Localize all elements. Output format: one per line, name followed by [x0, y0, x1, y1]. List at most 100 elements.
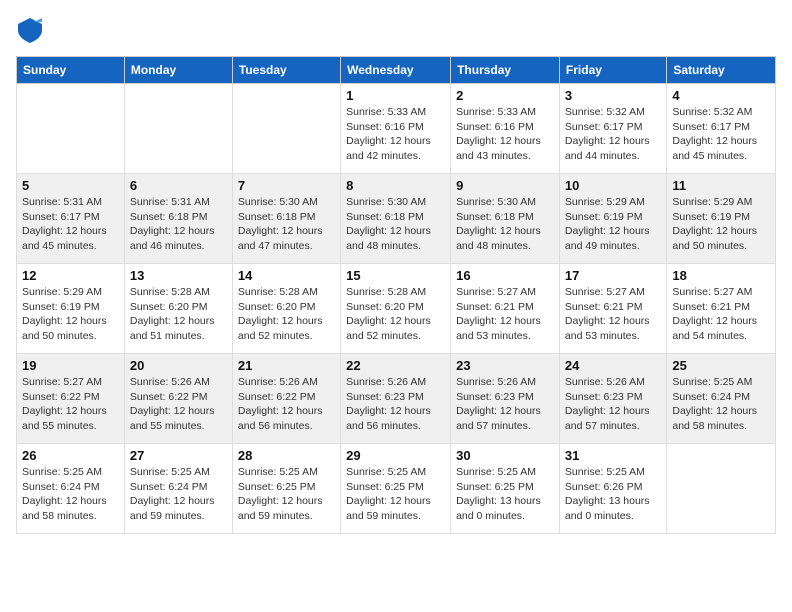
day-info: Sunrise: 5:25 AM Sunset: 6:25 PM Dayligh…	[456, 465, 554, 524]
calendar-cell	[232, 84, 340, 174]
page-header	[16, 16, 776, 44]
day-number: 17	[565, 268, 661, 283]
day-number: 6	[130, 178, 227, 193]
calendar-cell: 8 Sunrise: 5:30 AM Sunset: 6:18 PM Daylig…	[341, 174, 451, 264]
day-info: Sunrise: 5:27 AM Sunset: 6:22 PM Dayligh…	[22, 375, 119, 434]
day-number: 7	[238, 178, 335, 193]
day-info: Sunrise: 5:26 AM Sunset: 6:23 PM Dayligh…	[346, 375, 445, 434]
weekday-header-sunday: Sunday	[17, 57, 125, 84]
day-number: 22	[346, 358, 445, 373]
day-number: 29	[346, 448, 445, 463]
calendar-week-row: 12Sunrise: 5:29 AM Sunset: 6:19 PM Dayli…	[17, 264, 776, 354]
calendar-cell: 1 Sunrise: 5:33 AM Sunset: 6:16 PM Daylig…	[341, 84, 451, 174]
day-number: 1	[346, 88, 445, 103]
calendar-cell: 28 Sunrise: 5:25 AM Sunset: 6:25 PM Dayli…	[232, 444, 340, 534]
calendar-week-row: 1 Sunrise: 5:33 AM Sunset: 6:16 PM Daylig…	[17, 84, 776, 174]
day-info: Sunrise: 5:25 AM Sunset: 6:24 PM Dayligh…	[22, 465, 119, 524]
day-number: 4	[672, 88, 770, 103]
calendar-cell: 14 Sunrise: 5:28 AM Sunset: 6:20 PM Dayli…	[232, 264, 340, 354]
calendar-cell: 26 Sunrise: 5:25 AM Sunset: 6:24 PM Dayli…	[17, 444, 125, 534]
calendar-cell: 31 Sunrise: 5:25 AM Sunset: 6:26 PM Dayli…	[559, 444, 666, 534]
calendar-cell: 25 Sunrise: 5:25 AM Sunset: 6:24 PM Dayli…	[667, 354, 776, 444]
calendar-week-row: 19 Sunrise: 5:27 AM Sunset: 6:22 PM Dayli…	[17, 354, 776, 444]
day-number: 16	[456, 268, 554, 283]
day-info: Sunrise: 5:30 AM Sunset: 6:18 PM Dayligh…	[238, 195, 335, 254]
day-number: 13	[130, 268, 227, 283]
calendar-cell: 5 Sunrise: 5:31 AM Sunset: 6:17 PM Daylig…	[17, 174, 125, 264]
calendar-cell: 6 Sunrise: 5:31 AM Sunset: 6:18 PM Daylig…	[124, 174, 232, 264]
day-info: Sunrise: 5:33 AM Sunset: 6:16 PM Dayligh…	[346, 105, 445, 164]
calendar-cell: 30 Sunrise: 5:25 AM Sunset: 6:25 PM Dayli…	[451, 444, 560, 534]
day-number: 19	[22, 358, 119, 373]
logo	[16, 16, 48, 44]
calendar-cell: 27Sunrise: 5:25 AM Sunset: 6:24 PM Dayli…	[124, 444, 232, 534]
weekday-header-row: SundayMondayTuesdayWednesdayThursdayFrid…	[17, 57, 776, 84]
weekday-header-tuesday: Tuesday	[232, 57, 340, 84]
day-number: 14	[238, 268, 335, 283]
calendar-week-row: 5 Sunrise: 5:31 AM Sunset: 6:17 PM Daylig…	[17, 174, 776, 264]
day-number: 8	[346, 178, 445, 193]
day-info: Sunrise: 5:26 AM Sunset: 6:23 PM Dayligh…	[456, 375, 554, 434]
day-info: Sunrise: 5:27 AM Sunset: 6:21 PM Dayligh…	[456, 285, 554, 344]
calendar-cell: 17 Sunrise: 5:27 AM Sunset: 6:21 PM Dayli…	[559, 264, 666, 354]
calendar-cell: 24Sunrise: 5:26 AM Sunset: 6:23 PM Dayli…	[559, 354, 666, 444]
day-info: Sunrise: 5:25 AM Sunset: 6:25 PM Dayligh…	[346, 465, 445, 524]
day-info: Sunrise: 5:31 AM Sunset: 6:18 PM Dayligh…	[130, 195, 227, 254]
calendar-cell: 16 Sunrise: 5:27 AM Sunset: 6:21 PM Dayli…	[451, 264, 560, 354]
day-info: Sunrise: 5:27 AM Sunset: 6:21 PM Dayligh…	[672, 285, 770, 344]
day-number: 24	[565, 358, 661, 373]
calendar-cell: 20Sunrise: 5:26 AM Sunset: 6:22 PM Dayli…	[124, 354, 232, 444]
calendar-cell	[667, 444, 776, 534]
calendar-cell: 11Sunrise: 5:29 AM Sunset: 6:19 PM Dayli…	[667, 174, 776, 264]
day-number: 18	[672, 268, 770, 283]
logo-icon	[16, 16, 44, 44]
calendar-cell	[124, 84, 232, 174]
day-number: 10	[565, 178, 661, 193]
day-info: Sunrise: 5:30 AM Sunset: 6:18 PM Dayligh…	[346, 195, 445, 254]
calendar-cell: 10 Sunrise: 5:29 AM Sunset: 6:19 PM Dayli…	[559, 174, 666, 264]
calendar-cell	[17, 84, 125, 174]
day-info: Sunrise: 5:27 AM Sunset: 6:21 PM Dayligh…	[565, 285, 661, 344]
day-number: 28	[238, 448, 335, 463]
day-number: 5	[22, 178, 119, 193]
calendar-cell: 12Sunrise: 5:29 AM Sunset: 6:19 PM Dayli…	[17, 264, 125, 354]
day-number: 2	[456, 88, 554, 103]
calendar-cell: 29 Sunrise: 5:25 AM Sunset: 6:25 PM Dayli…	[341, 444, 451, 534]
calendar-cell: 7 Sunrise: 5:30 AM Sunset: 6:18 PM Daylig…	[232, 174, 340, 264]
day-info: Sunrise: 5:28 AM Sunset: 6:20 PM Dayligh…	[130, 285, 227, 344]
day-number: 30	[456, 448, 554, 463]
calendar-cell: 23 Sunrise: 5:26 AM Sunset: 6:23 PM Dayli…	[451, 354, 560, 444]
day-info: Sunrise: 5:30 AM Sunset: 6:18 PM Dayligh…	[456, 195, 554, 254]
day-info: Sunrise: 5:32 AM Sunset: 6:17 PM Dayligh…	[672, 105, 770, 164]
day-number: 15	[346, 268, 445, 283]
day-number: 9	[456, 178, 554, 193]
calendar-cell: 4 Sunrise: 5:32 AM Sunset: 6:17 PM Daylig…	[667, 84, 776, 174]
weekday-header-wednesday: Wednesday	[341, 57, 451, 84]
day-info: Sunrise: 5:29 AM Sunset: 6:19 PM Dayligh…	[565, 195, 661, 254]
day-info: Sunrise: 5:28 AM Sunset: 6:20 PM Dayligh…	[238, 285, 335, 344]
day-number: 23	[456, 358, 554, 373]
day-number: 25	[672, 358, 770, 373]
day-info: Sunrise: 5:31 AM Sunset: 6:17 PM Dayligh…	[22, 195, 119, 254]
day-number: 11	[672, 178, 770, 193]
day-info: Sunrise: 5:25 AM Sunset: 6:25 PM Dayligh…	[238, 465, 335, 524]
calendar-cell: 13 Sunrise: 5:28 AM Sunset: 6:20 PM Dayli…	[124, 264, 232, 354]
day-info: Sunrise: 5:32 AM Sunset: 6:17 PM Dayligh…	[565, 105, 661, 164]
calendar-cell: 15Sunrise: 5:28 AM Sunset: 6:20 PM Dayli…	[341, 264, 451, 354]
calendar-cell: 22 Sunrise: 5:26 AM Sunset: 6:23 PM Dayli…	[341, 354, 451, 444]
calendar-table: SundayMondayTuesdayWednesdayThursdayFrid…	[16, 56, 776, 534]
calendar-cell: 19 Sunrise: 5:27 AM Sunset: 6:22 PM Dayli…	[17, 354, 125, 444]
day-number: 31	[565, 448, 661, 463]
day-number: 26	[22, 448, 119, 463]
day-number: 21	[238, 358, 335, 373]
day-number: 20	[130, 358, 227, 373]
day-number: 3	[565, 88, 661, 103]
weekday-header-thursday: Thursday	[451, 57, 560, 84]
calendar-cell: 9 Sunrise: 5:30 AM Sunset: 6:18 PM Daylig…	[451, 174, 560, 264]
calendar-cell: 21Sunrise: 5:26 AM Sunset: 6:22 PM Dayli…	[232, 354, 340, 444]
day-info: Sunrise: 5:25 AM Sunset: 6:26 PM Dayligh…	[565, 465, 661, 524]
day-info: Sunrise: 5:25 AM Sunset: 6:24 PM Dayligh…	[672, 375, 770, 434]
weekday-header-saturday: Saturday	[667, 57, 776, 84]
calendar-week-row: 26 Sunrise: 5:25 AM Sunset: 6:24 PM Dayli…	[17, 444, 776, 534]
calendar-cell: 3 Sunrise: 5:32 AM Sunset: 6:17 PM Daylig…	[559, 84, 666, 174]
